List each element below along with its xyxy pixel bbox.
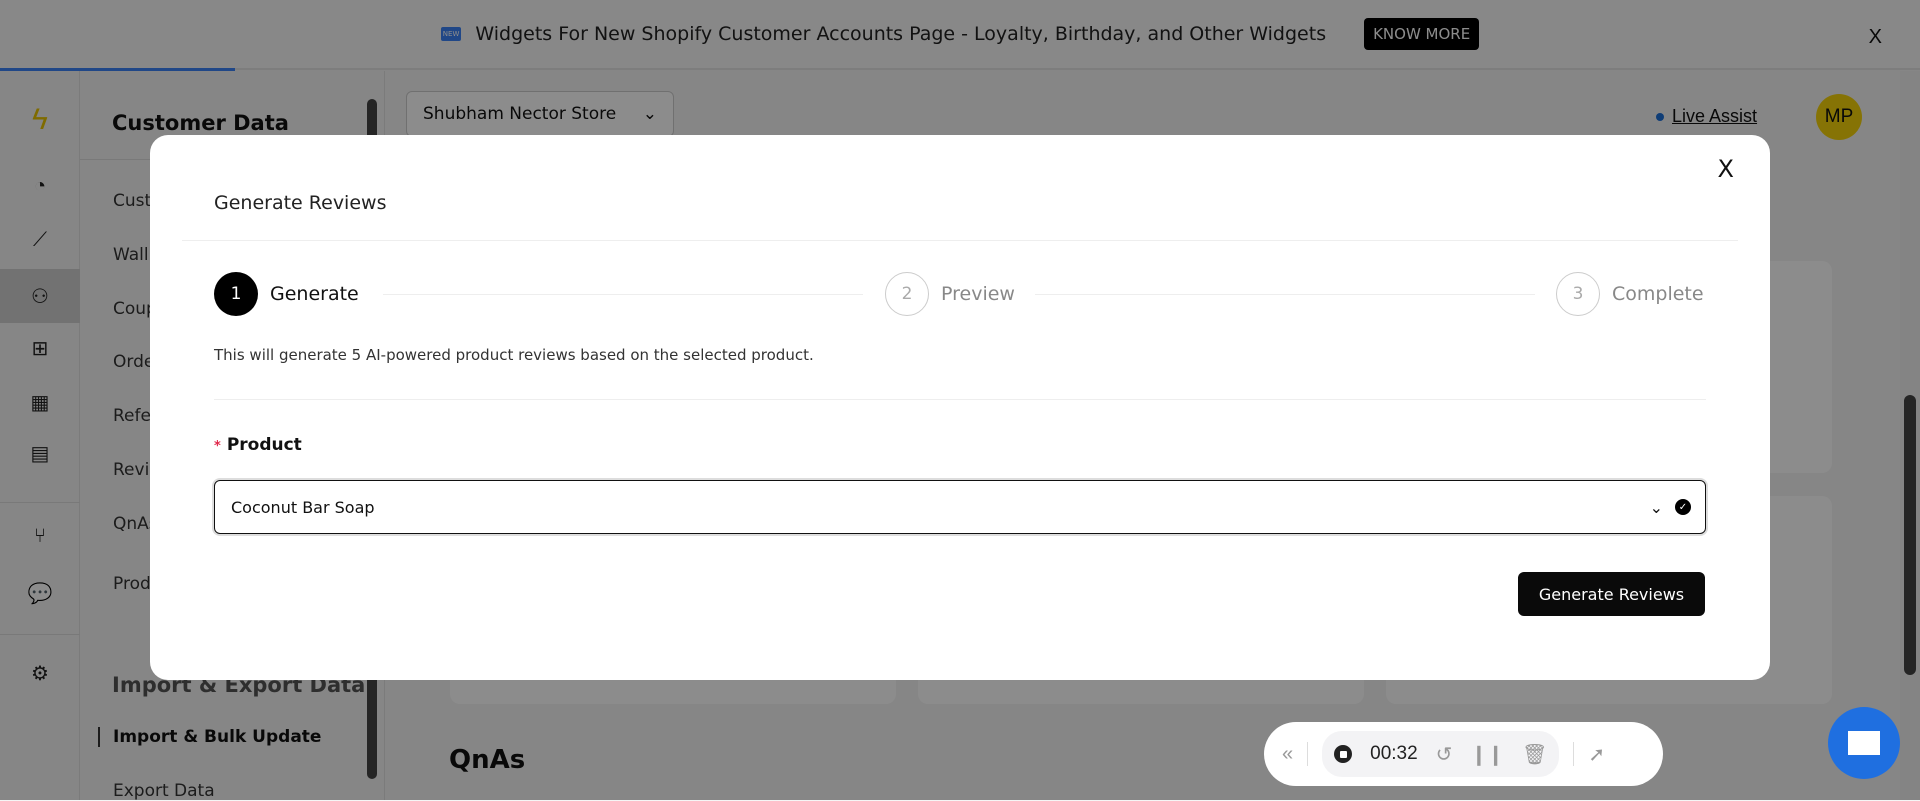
step-connector — [1035, 294, 1535, 295]
step-number: 2 — [885, 272, 929, 316]
step-preview: 2 Preview — [885, 272, 1015, 316]
chevron-down-icon: ⌄ — [1649, 497, 1663, 517]
step-label: Generate — [270, 283, 359, 305]
product-select[interactable]: Coconut Bar Soap ⌄ ✓ — [214, 480, 1706, 534]
divider — [214, 399, 1706, 400]
restart-icon[interactable]: ↺ — [1436, 742, 1453, 767]
collapse-icon[interactable]: « — [1282, 743, 1293, 766]
recording-time: 00:32 — [1370, 743, 1418, 764]
product-value: Coconut Bar Soap — [231, 497, 375, 517]
product-label-text: Product — [226, 435, 302, 455]
description: This will generate 5 AI-powered product … — [214, 346, 814, 364]
pause-icon[interactable]: ❙❙ — [1470, 742, 1504, 767]
step-label: Complete — [1612, 283, 1704, 305]
stop-icon[interactable] — [1334, 745, 1353, 763]
step-connector — [383, 294, 863, 295]
step-generate: 1 Generate — [214, 272, 359, 316]
trash-icon[interactable]: 🗑 — [1522, 742, 1547, 767]
chat-support-button[interactable] — [1828, 707, 1900, 779]
step-number: 1 — [214, 272, 258, 316]
modal-close-button[interactable]: X — [1718, 155, 1734, 183]
step-label: Preview — [941, 283, 1015, 305]
step-number: 3 — [1556, 272, 1600, 316]
generate-reviews-button[interactable]: Generate Reviews — [1518, 572, 1705, 616]
pointer-icon[interactable]: ➚ — [1588, 742, 1605, 767]
generate-reviews-modal: Generate Reviews X 1 Generate 2 Preview 3C… — [150, 135, 1770, 680]
modal-title: Generate Reviews — [214, 192, 387, 214]
product-label: * Product — [214, 435, 302, 455]
step-complete: 3 Complete — [1556, 272, 1704, 316]
chat-bubble-icon — [1848, 731, 1880, 755]
check-circle-icon: ✓ — [1675, 499, 1691, 515]
required-mark: * — [214, 439, 221, 454]
recording-toolbar: « 00:32 ↺ ❙❙ 🗑 ➚ — [1264, 722, 1663, 786]
divider — [182, 240, 1738, 241]
